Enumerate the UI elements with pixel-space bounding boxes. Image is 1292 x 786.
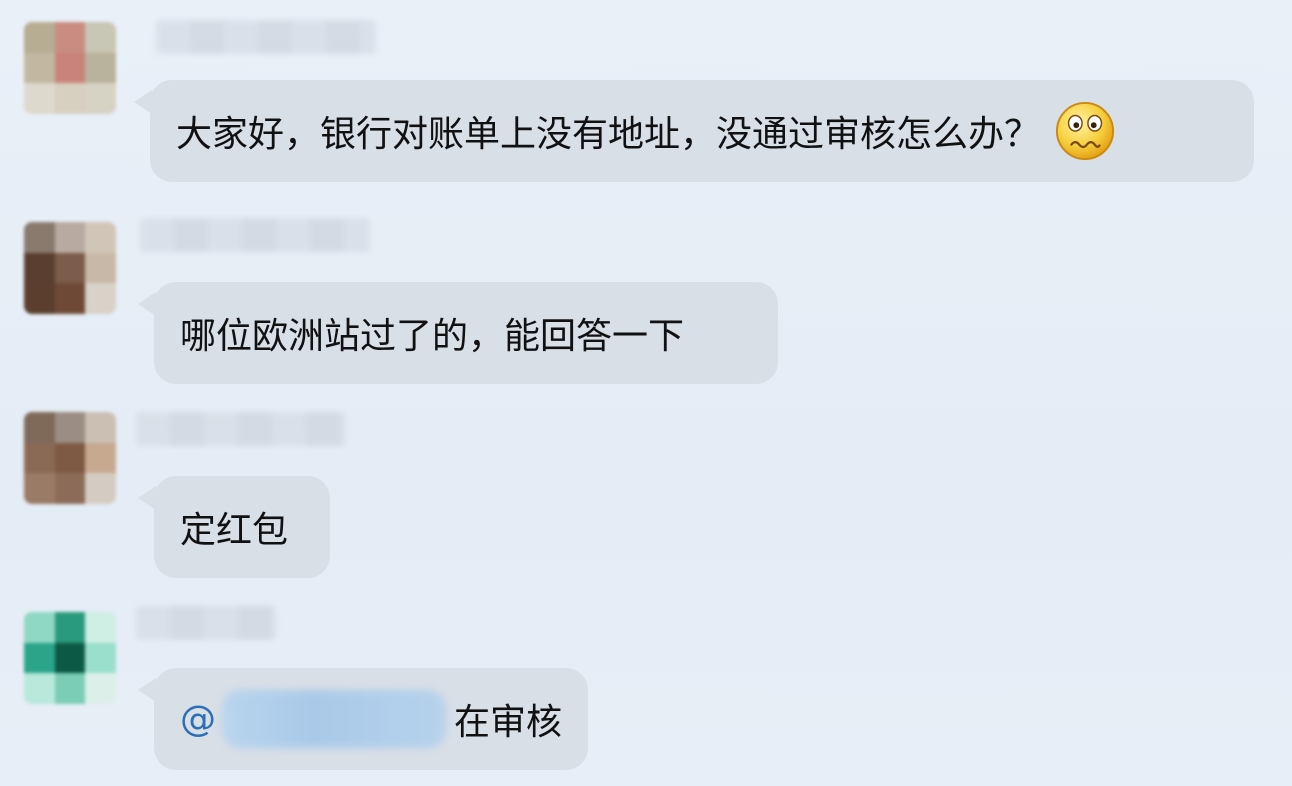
sender-name-blurred bbox=[136, 606, 276, 640]
avatar[interactable] bbox=[24, 22, 116, 114]
chat-history: 大家好，银行对账单上没有地址，没通过审核怎么办？ 哪位欧洲站过了的，能回答一下 … bbox=[0, 0, 1292, 786]
sender-name-blurred bbox=[156, 20, 376, 54]
sender-name-blurred bbox=[140, 218, 370, 252]
message-bubble[interactable]: 定红包 bbox=[138, 476, 330, 578]
mention-at-symbol[interactable]: @ bbox=[180, 699, 216, 740]
message-text: 在审核 bbox=[453, 702, 562, 743]
worried-face-icon bbox=[1055, 101, 1115, 161]
message-text: 哪位欧洲站过了的，能回答一下 bbox=[180, 316, 685, 357]
avatar[interactable] bbox=[24, 222, 116, 314]
mention-name-blurred[interactable] bbox=[222, 690, 446, 748]
sender-name-blurred bbox=[136, 412, 346, 446]
avatar[interactable] bbox=[24, 612, 116, 704]
message-bubble[interactable]: 哪位欧洲站过了的，能回答一下 bbox=[138, 282, 778, 384]
avatar[interactable] bbox=[24, 412, 116, 504]
message-bubble[interactable]: 大家好，银行对账单上没有地址，没通过审核怎么办？ bbox=[134, 80, 1254, 182]
message-text: 定红包 bbox=[180, 510, 289, 551]
message-text: 大家好，银行对账单上没有地址，没通过审核怎么办？ bbox=[176, 114, 1041, 155]
message-bubble[interactable]: @ 在审核 bbox=[138, 668, 588, 770]
